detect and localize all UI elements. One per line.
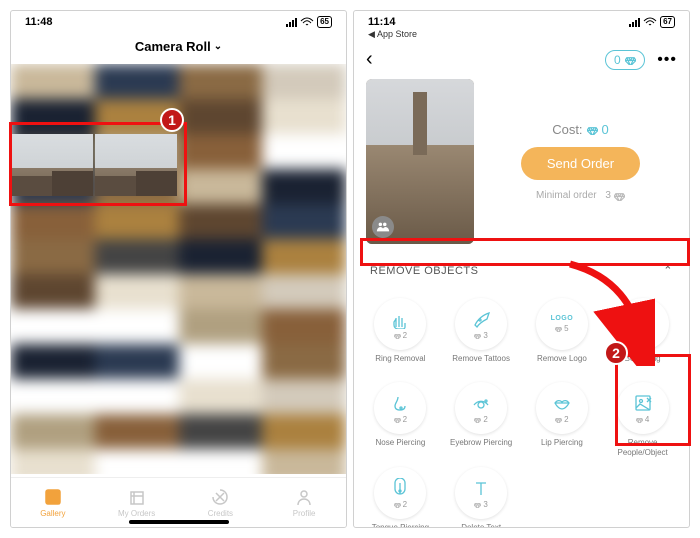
- option-price: 5: [555, 324, 568, 333]
- status-time: 11:48: [25, 16, 53, 28]
- option-label: Lip Piercing: [541, 438, 583, 456]
- nose-icon: 2: [374, 382, 426, 434]
- option-price: 2: [394, 415, 407, 424]
- person-remove-icon: 4: [617, 382, 669, 434]
- option-label: Ring Removal: [375, 354, 425, 372]
- options-grid: 2 Ring Removal 3 Remove Tattoos LOGO5 Remove …: [354, 288, 689, 528]
- signal-icon: [629, 18, 640, 27]
- option-lip-pierce[interactable]: 2 Lip Piercing: [522, 378, 603, 463]
- belly-icon: 2: [617, 298, 669, 350]
- option-remove-people[interactable]: 4 Remove People/Object: [602, 378, 683, 463]
- wifi-icon: [643, 17, 657, 27]
- text-icon: 3: [455, 467, 507, 519]
- option-delete-text[interactable]: 3 Delete Text: [441, 463, 522, 528]
- arm-icon: 3: [455, 298, 507, 350]
- option-price: 2: [474, 415, 487, 424]
- step-badge-2: 2: [604, 341, 628, 365]
- option-price: 2: [394, 331, 407, 340]
- option-price: 3: [474, 331, 487, 340]
- gem-icon: [614, 190, 625, 201]
- tag-people-button[interactable]: [372, 216, 394, 238]
- option-price: 4: [636, 415, 649, 424]
- option-label: Belly Ring: [625, 354, 661, 372]
- option-price: 2: [555, 415, 568, 424]
- option-label: Eyebrow Piercing: [450, 438, 512, 456]
- option-label: Remove Logo: [537, 354, 587, 372]
- orders-icon: [127, 487, 147, 507]
- credits-balance-pill[interactable]: 0: [605, 50, 645, 70]
- minimal-order-note: Minimal order 3: [536, 190, 625, 201]
- step-badge-1: 1: [160, 108, 184, 132]
- option-price: 2: [636, 331, 649, 340]
- credits-icon: [210, 487, 230, 507]
- status-bar: 11:48 65: [11, 11, 346, 33]
- option-price: 2: [394, 500, 407, 509]
- option-belly-ring[interactable]: 2Belly Ring: [602, 294, 683, 378]
- option-label: Nose Piercing: [375, 438, 425, 456]
- option-label: Remove People/Object: [604, 438, 681, 457]
- logo-icon: LOGO5: [536, 298, 588, 350]
- gallery-source-label: Camera Roll: [135, 39, 211, 54]
- send-order-button[interactable]: Send Order: [521, 147, 640, 180]
- screenshot-comparison: 11:48 65 Camera Roll ⌄: [0, 0, 700, 538]
- return-to-appstore[interactable]: ◀ App Store: [354, 29, 689, 40]
- more-menu-button[interactable]: •••: [657, 51, 677, 68]
- option-label: Tongue Piercing: [372, 523, 429, 528]
- option-ring-removal[interactable]: 2 Ring Removal: [360, 294, 441, 378]
- option-label: Remove Tattoos: [452, 354, 510, 372]
- wifi-icon: [300, 17, 314, 27]
- eyebrow-icon: 2: [455, 382, 507, 434]
- photo-thumbnail[interactable]: [95, 134, 177, 196]
- option-eyebrow-pierce[interactable]: 2 Eyebrow Piercing: [441, 378, 522, 463]
- gallery-source-dropdown[interactable]: Camera Roll ⌄: [11, 33, 346, 64]
- option-remove-logo[interactable]: LOGO5 Remove Logo: [522, 294, 603, 378]
- battery-indicator: 67: [660, 16, 675, 28]
- phone-left-gallery: 11:48 65 Camera Roll ⌄: [10, 10, 347, 528]
- option-price: 3: [474, 500, 487, 509]
- chevron-down-icon: ⌄: [214, 41, 222, 52]
- tongue-icon: 2: [374, 467, 426, 519]
- option-remove-tattoo[interactable]: 3 Remove Tattoos: [441, 294, 522, 378]
- gallery-icon: [43, 487, 63, 507]
- selected-photo-preview[interactable]: [366, 79, 474, 244]
- option-label: Delete Text: [461, 523, 501, 528]
- option-tongue-pierce[interactable]: 2 Tongue Piercing: [360, 463, 441, 528]
- battery-indicator: 65: [317, 16, 332, 28]
- photo-thumbnail[interactable]: [11, 134, 93, 196]
- signal-icon: [286, 18, 297, 27]
- gem-icon: [625, 54, 636, 65]
- phone-right-editor: 11:14 67 ◀ App Store ‹ 0 •••: [353, 10, 690, 528]
- section-remove-objects[interactable]: REMOVE OBJECTS ⌃: [366, 254, 677, 288]
- status-time: 11:14: [368, 16, 396, 28]
- hand-icon: 2: [374, 298, 426, 350]
- tab-profile[interactable]: Profile: [262, 478, 346, 527]
- tab-gallery[interactable]: Gallery: [11, 478, 95, 527]
- home-indicator: [129, 520, 229, 524]
- profile-icon: [294, 487, 314, 507]
- lips-icon: 2: [536, 382, 588, 434]
- gem-icon: [587, 124, 598, 135]
- order-cost: Cost: 0: [552, 122, 609, 137]
- option-nose-pierce[interactable]: 2 Nose Piercing: [360, 378, 441, 463]
- people-icon: [376, 220, 390, 234]
- chevron-up-icon: ⌃: [663, 264, 673, 277]
- back-button[interactable]: ‹: [366, 48, 373, 71]
